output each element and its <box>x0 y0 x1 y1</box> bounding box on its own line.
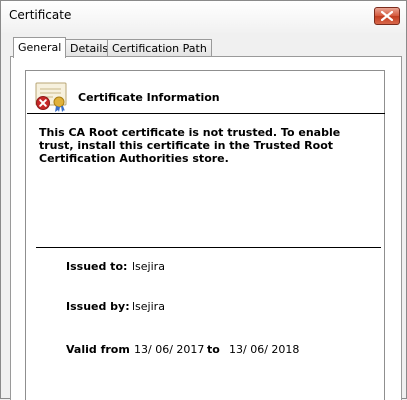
valid-to-value: 13/ 06/ 2018 <box>229 343 300 356</box>
valid-from-value: 13/ 06/ 2017 <box>134 343 205 356</box>
tab-details-label: Details <box>70 42 109 55</box>
issued-to-value: lsejira <box>132 260 165 273</box>
separator <box>27 113 385 114</box>
valid-to-label: to <box>207 343 220 356</box>
separator <box>36 247 381 248</box>
tab-general-label: General <box>18 41 62 54</box>
trust-warning-text: This CA Root certificate is not trusted.… <box>39 126 341 165</box>
certificate-information-box: Certificate Information This CA Root cer… <box>25 70 385 400</box>
title-bar[interactable]: Certificate <box>1 1 406 31</box>
tab-certification-path[interactable]: Certification Path <box>107 39 212 56</box>
info-heading: Certificate Information <box>78 91 220 104</box>
issued-to-label: Issued to: <box>66 260 128 273</box>
certificate-error-icon <box>35 82 67 112</box>
issued-by-value: lsejira <box>132 300 165 313</box>
tab-certification-path-label: Certification Path <box>112 42 207 55</box>
tab-details[interactable]: Details <box>65 39 114 56</box>
close-icon <box>381 11 393 21</box>
tab-general[interactable]: General <box>13 37 67 58</box>
certificate-dialog: Certificate General Details Certificatio… <box>0 0 407 400</box>
issued-by-label: Issued by: <box>66 300 130 313</box>
close-button[interactable] <box>374 7 400 25</box>
valid-from-label: Valid from <box>66 343 130 356</box>
window-title: Certificate <box>9 8 72 22</box>
tab-strip: General Details Certification Path <box>10 37 402 58</box>
